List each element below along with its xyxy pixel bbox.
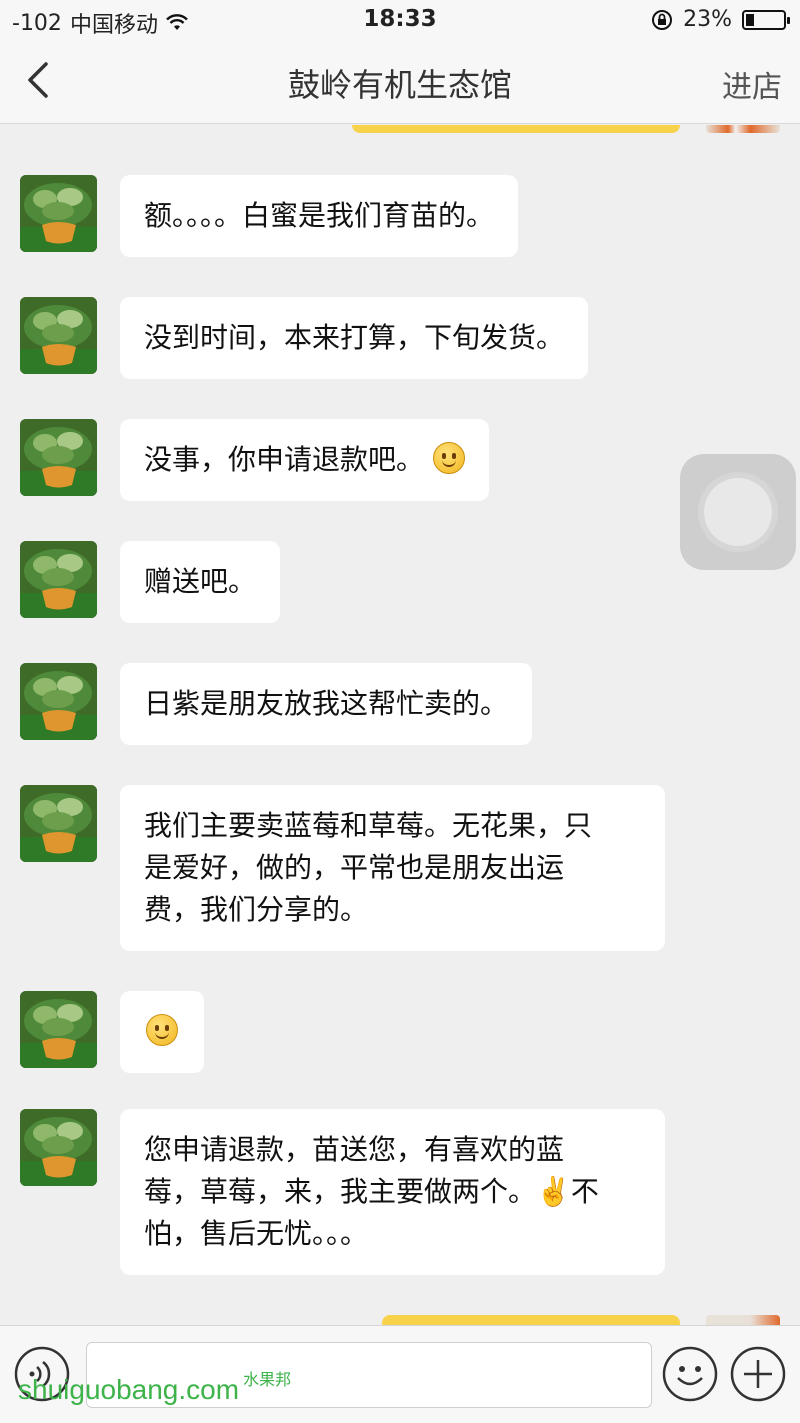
message-text: 额。。。。白蜜是我们育苗的。 [144,199,495,232]
message-bubble[interactable]: 您申请退款，苗送您，有喜欢的蓝 莓，草莓，来，我主要做两个。✌️不 怕，售后无忧… [120,1109,665,1275]
message-text: 没到时间，本来打算，下旬发货。 [144,321,565,354]
message-bubble[interactable]: 日紫是朋友放我这帮忙卖的。 [120,663,533,745]
message-text: 日紫是朋友放我这帮忙卖的。 [144,687,509,720]
potted-plant-image [20,541,97,618]
battery-percent: 23% [683,7,732,32]
outgoing-bubble-partial [352,125,680,133]
potted-plant-image [20,991,97,1068]
message-bubble[interactable]: 没到时间，本来打算，下旬发货。 [120,297,589,379]
message-line: 费，我们分享的。 [144,893,369,926]
watermark-suffix: .com [178,1374,240,1405]
potted-plant-image [20,785,97,862]
potted-plant-image [20,175,97,252]
battery-icon [742,9,790,30]
outgoing-bubble-partial [382,1315,680,1325]
orientation-lock-icon [652,9,673,30]
message-line: 您申请退款，苗送您，有喜欢的蓝 [144,1133,565,1166]
assistive-touch-ring [704,478,772,546]
potted-plant-image [20,297,97,374]
message-bubble[interactable]: 没事，你申请退款吧。 [120,419,489,501]
shop-avatar[interactable] [20,1109,97,1186]
victory-hand-icon: ✌️ [536,1175,571,1208]
smiling-face-icon [146,1014,178,1046]
smiling-face-icon [432,442,465,474]
plus-icon[interactable] [730,1346,786,1402]
status-right: 23% [651,7,790,32]
battery-level [746,13,754,26]
shop-avatar[interactable] [20,663,97,740]
watermark-text: shuiguobang [18,1374,179,1405]
potted-plant-image [20,663,97,740]
nav-bar: 鼓岭有机生态馆 进店 [0,40,800,124]
page-title: 鼓岭有机生态馆 [287,66,512,104]
message-line: 是爱好，做的，平常也是朋友出运 [144,851,565,884]
potted-plant-image [20,1109,97,1186]
shop-avatar[interactable] [20,785,97,862]
message-line: 怕，售后无忧。。。 [144,1217,369,1250]
shop-avatar[interactable] [20,419,97,496]
chat-thread[interactable]: 额。。。。白蜜是我们育苗的。 没到时间，本来打算，下旬发货。 没事，你申请退款吧… [0,125,800,1325]
message-line-tail: 不 [570,1175,599,1208]
user-avatar-partial [706,125,780,133]
status-bar: -102 中国移动 18:33 23% [0,0,800,40]
watermark-small: 水果邦 [243,1372,292,1389]
shop-avatar[interactable] [20,991,97,1068]
message-bubble[interactable]: 额。。。。白蜜是我们育苗的。 [120,175,519,257]
user-avatar-partial [706,1315,780,1325]
message-line: 我们主要卖蓝莓和草莓。无花果，只 [144,809,593,842]
potted-plant-image [20,419,97,496]
message-bubble[interactable] [120,991,204,1073]
shop-avatar[interactable] [20,297,97,374]
message-text: 赠送吧。 [144,565,257,598]
message-line-text: 莓，草莓，来，我主要做两个。 [144,1175,537,1208]
watermark: shuiguobang.com 水果邦 [18,1372,292,1406]
enter-shop-link[interactable]: 进店 [722,62,782,106]
message-bubble[interactable]: 赠送吧。 [120,541,281,623]
emoji-icon[interactable] [662,1346,718,1402]
message-text: 没事，你申请退款吧。 [144,443,425,476]
message-line: 莓，草莓，来，我主要做两个。✌️不 [144,1171,641,1213]
assistive-touch-button[interactable] [680,454,796,570]
shop-avatar[interactable] [20,541,97,618]
input-bar: shuiguobang.com 水果邦 [0,1325,800,1423]
shop-avatar[interactable] [20,175,97,252]
message-bubble[interactable]: 我们主要卖蓝莓和草莓。无花果，只 是爱好，做的，平常也是朋友出运 费，我们分享的… [120,785,665,951]
